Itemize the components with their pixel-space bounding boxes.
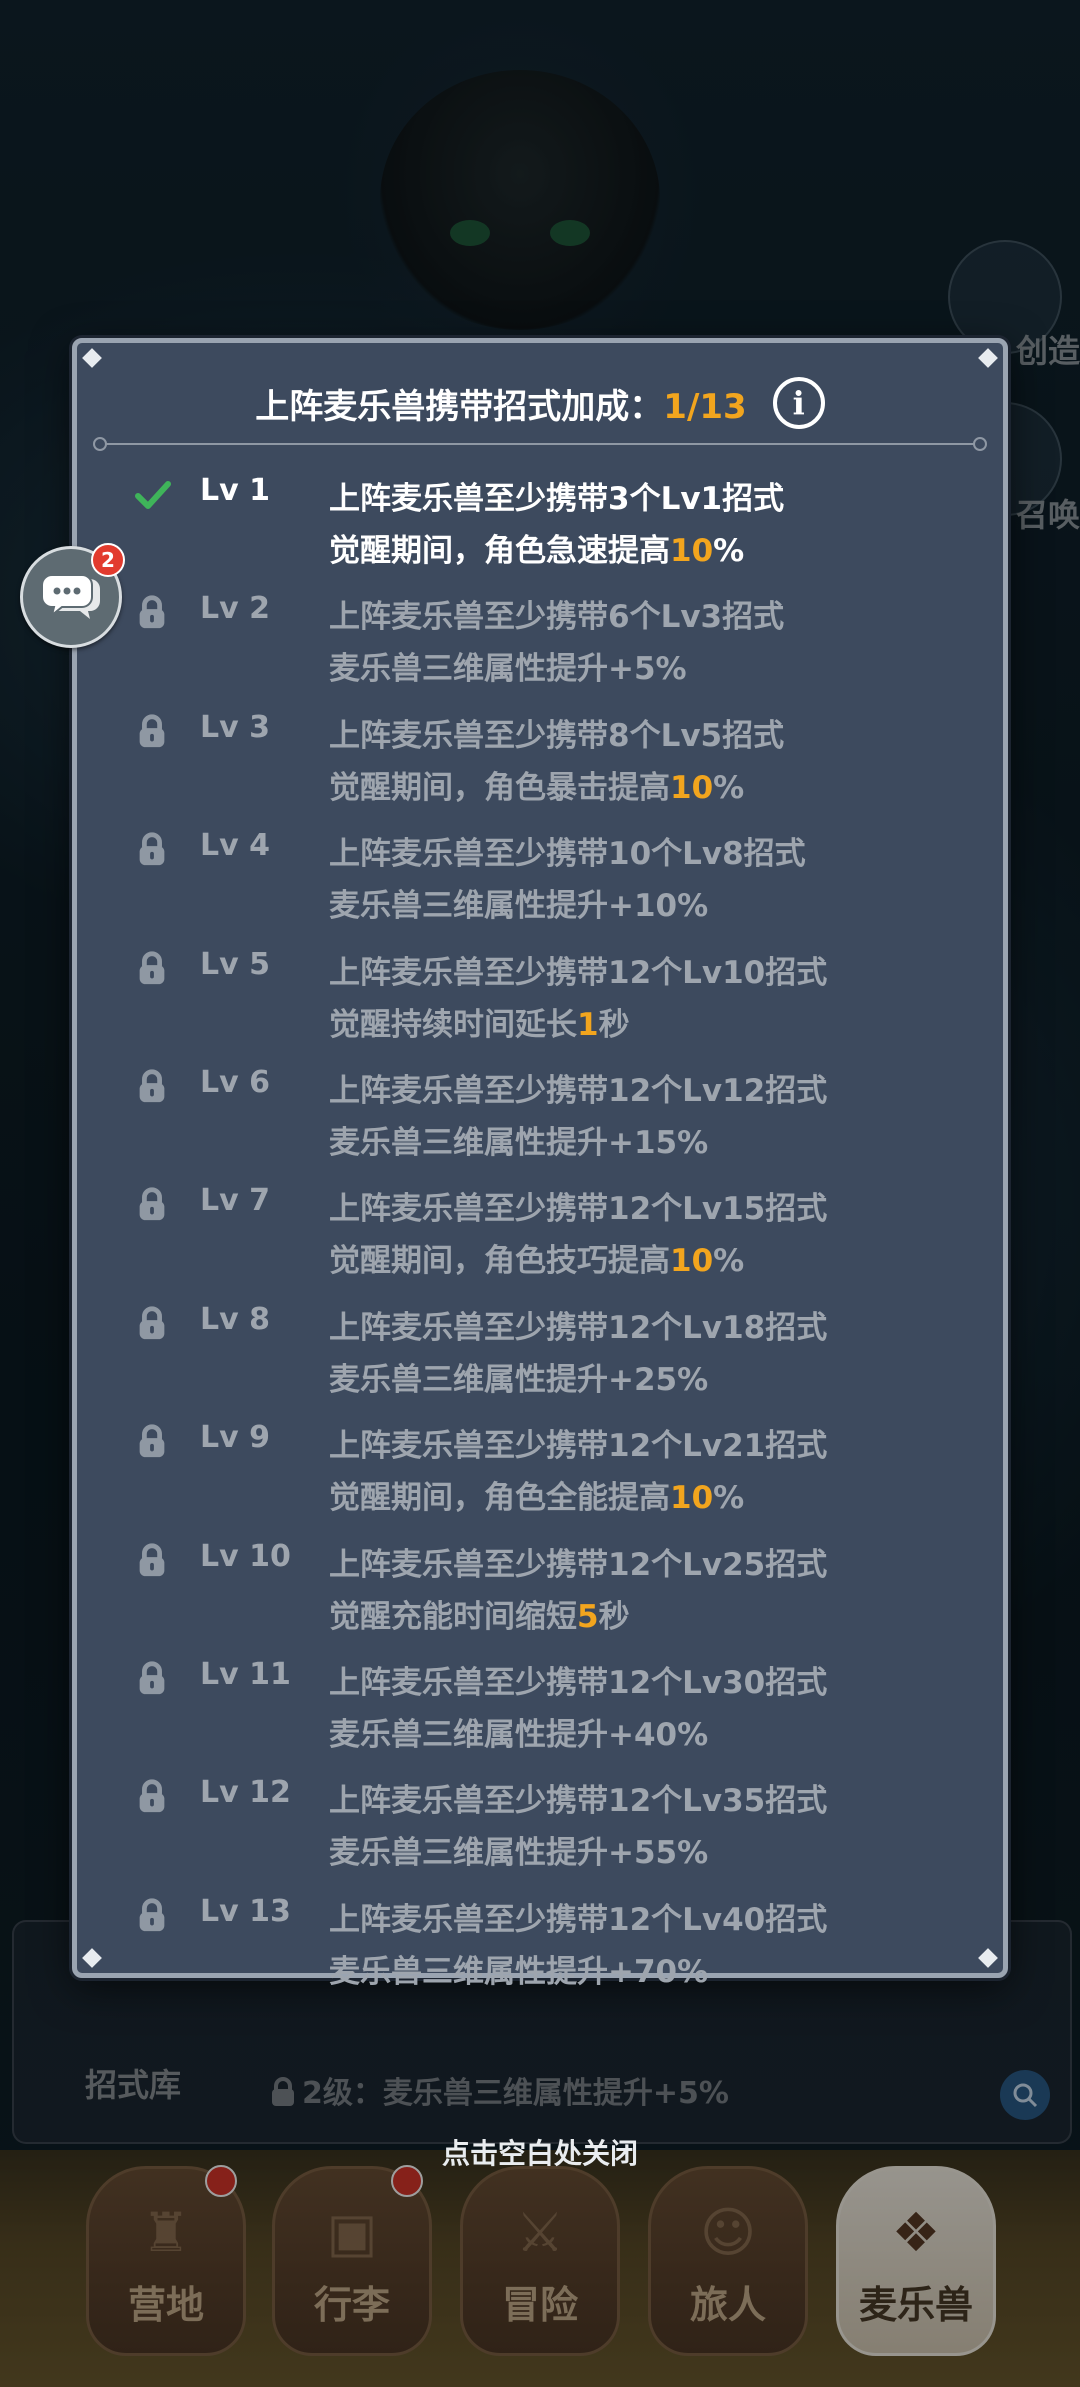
- level-label: Lv 7: [200, 1183, 270, 1219]
- level-requirement: 上阵麦乐兽至少携带12个Lv18招式: [329, 1309, 828, 1346]
- lock-icon: [133, 1777, 173, 1817]
- level-label: Lv 10: [200, 1538, 291, 1574]
- level-effect: 觉醒持续时间延长1秒: [329, 1006, 630, 1043]
- level-row: Lv 10 上阵麦乐兽至少携带12个Lv25招式 觉醒充能时间缩短5秒: [77, 1539, 1003, 1657]
- level-row: Lv 11 上阵麦乐兽至少携带12个Lv30招式 麦乐兽三维属性提升+40%: [77, 1657, 1003, 1775]
- lock-icon: [133, 830, 173, 870]
- level-effect: 觉醒期间，角色技巧提高10%: [329, 1243, 745, 1280]
- level-requirement: 上阵麦乐兽至少携带10个Lv8招式: [329, 836, 806, 873]
- level-requirement: 上阵麦乐兽至少携带6个Lv3招式: [329, 599, 785, 636]
- effect-highlight: 10: [670, 1243, 714, 1280]
- lock-icon: [133, 1185, 173, 1225]
- level-requirement: 上阵麦乐兽至少携带12个Lv21招式: [329, 1428, 828, 1465]
- effect-highlight: 1: [577, 1006, 599, 1043]
- level-row: Lv 4 上阵麦乐兽至少携带10个Lv8招式 麦乐兽三维属性提升+10%: [77, 828, 1003, 946]
- lock-icon: [133, 1304, 173, 1344]
- progress-count: 1/13: [663, 386, 747, 427]
- level-effect: 麦乐兽三维属性提升+25%: [329, 1361, 709, 1398]
- level-label: Lv 3: [200, 709, 270, 745]
- level-label: Lv 11: [200, 1656, 291, 1692]
- level-row: Lv 8 上阵麦乐兽至少携带12个Lv18招式 麦乐兽三维属性提升+25%: [77, 1302, 1003, 1420]
- level-requirement: 上阵麦乐兽至少携带12个Lv25招式: [329, 1546, 828, 1583]
- close-hint: 点击空白处关闭: [441, 2137, 638, 2170]
- level-effect: 麦乐兽三维属性提升+15%: [329, 1124, 709, 1161]
- skill-bonus-modal: 上阵麦乐兽携带招式加成：1/13 i Lv 1 上阵麦乐兽至少携带3个Lv1招式觉…: [72, 338, 1008, 1990]
- level-label: Lv 6: [200, 1064, 270, 1100]
- level-effect: 麦乐兽三维属性提升+55%: [329, 1835, 709, 1872]
- modal-title: 上阵麦乐兽携带招式加成：1/13 i: [77, 373, 1003, 433]
- level-label: Lv 8: [200, 1301, 270, 1337]
- level-effect: 麦乐兽三维属性提升+5%: [329, 651, 687, 688]
- level-label: Lv 2: [200, 591, 270, 627]
- level-label: Lv 1: [200, 473, 270, 508]
- effect-highlight: 10: [670, 769, 714, 806]
- effect-highlight: 10: [670, 1480, 714, 1517]
- level-row: Lv 13 上阵麦乐兽至少携带12个Lv40招式 麦乐兽三维属性提升+70%: [77, 1894, 1003, 2012]
- level-list: Lv 1 上阵麦乐兽至少携带3个Lv1招式 觉醒期间，角色急速提高10% Lv 2 上阵…: [77, 473, 1003, 2012]
- level-row: Lv 6 上阵麦乐兽至少携带12个Lv12招式 麦乐兽三维属性提升+15%: [77, 1065, 1003, 1183]
- level-effect: 麦乐兽三维属性提升+70%: [329, 1953, 709, 1990]
- level-label: Lv 4: [200, 828, 270, 864]
- effect-highlight: 10: [670, 533, 714, 569]
- lock-icon: [133, 593, 173, 633]
- title-text: 上阵麦乐兽携带招式加成：: [255, 386, 664, 427]
- level-effect: 觉醒充能时间缩短5秒: [329, 1598, 630, 1635]
- corner-ornament: [82, 348, 102, 368]
- level-requirement: 上阵麦乐兽至少携带12个Lv12招式: [329, 1072, 828, 1109]
- level-effect: 觉醒期间，角色全能提高10%: [329, 1480, 745, 1517]
- checkmark-icon: [133, 475, 173, 515]
- level-label: Lv 12: [200, 1775, 291, 1811]
- level-requirement: 上阵麦乐兽至少携带8个Lv5招式: [329, 717, 785, 754]
- title-divider: [93, 437, 987, 451]
- chat-button[interactable]: 2: [20, 543, 125, 648]
- level-label: Lv 13: [200, 1893, 291, 1929]
- level-requirement: 上阵麦乐兽至少携带3个Lv1招式: [329, 481, 785, 517]
- level-requirement: 上阵麦乐兽至少携带12个Lv10招式: [329, 954, 828, 991]
- level-label: Lv 5: [200, 946, 270, 982]
- lock-icon: [133, 1541, 173, 1581]
- lock-icon: [133, 1896, 173, 1936]
- level-row: Lv 7 上阵麦乐兽至少携带12个Lv15招式 觉醒期间，角色技巧提高10%: [77, 1183, 1003, 1301]
- level-row: Lv 9 上阵麦乐兽至少携带12个Lv21招式 觉醒期间，角色全能提高10%: [77, 1420, 1003, 1538]
- level-requirement: 上阵麦乐兽至少携带12个Lv30招式: [329, 1664, 828, 1701]
- level-effect: 麦乐兽三维属性提升+10%: [329, 888, 709, 925]
- level-row: Lv 5 上阵麦乐兽至少携带12个Lv10招式 觉醒持续时间延长1秒: [77, 947, 1003, 1065]
- level-effect: 觉醒期间，角色暴击提高10%: [329, 769, 745, 806]
- lock-icon: [133, 1659, 173, 1699]
- level-requirement: 上阵麦乐兽至少携带12个Lv15招式: [329, 1191, 828, 1228]
- level-requirement: 上阵麦乐兽至少携带12个Lv40招式: [329, 1901, 828, 1938]
- corner-ornament: [978, 348, 998, 368]
- level-effect: 觉醒期间，角色急速提高10%: [329, 533, 745, 569]
- level-requirement: 上阵麦乐兽至少携带12个Lv35招式: [329, 1783, 828, 1820]
- level-row: Lv 2 上阵麦乐兽至少携带6个Lv3招式 麦乐兽三维属性提升+5%: [77, 591, 1003, 709]
- level-row: Lv 12 上阵麦乐兽至少携带12个Lv35招式 麦乐兽三维属性提升+55%: [77, 1775, 1003, 1893]
- lock-icon: [133, 1422, 173, 1462]
- effect-highlight: 5: [577, 1598, 599, 1635]
- level-effect: 麦乐兽三维属性提升+40%: [329, 1716, 709, 1753]
- level-row: Lv 3 上阵麦乐兽至少携带8个Lv5招式 觉醒期间，角色暴击提高10%: [77, 710, 1003, 828]
- lock-icon: [133, 712, 173, 752]
- level-label: Lv 9: [200, 1420, 270, 1456]
- lock-icon: [133, 1067, 173, 1107]
- chat-bubble-icon: [41, 574, 100, 619]
- level-row: Lv 1 上阵麦乐兽至少携带3个Lv1招式 觉醒期间，角色急速提高10%: [77, 473, 1003, 591]
- info-icon[interactable]: i: [772, 377, 825, 429]
- lock-icon: [133, 949, 173, 989]
- chat-badge: 2: [91, 543, 125, 577]
